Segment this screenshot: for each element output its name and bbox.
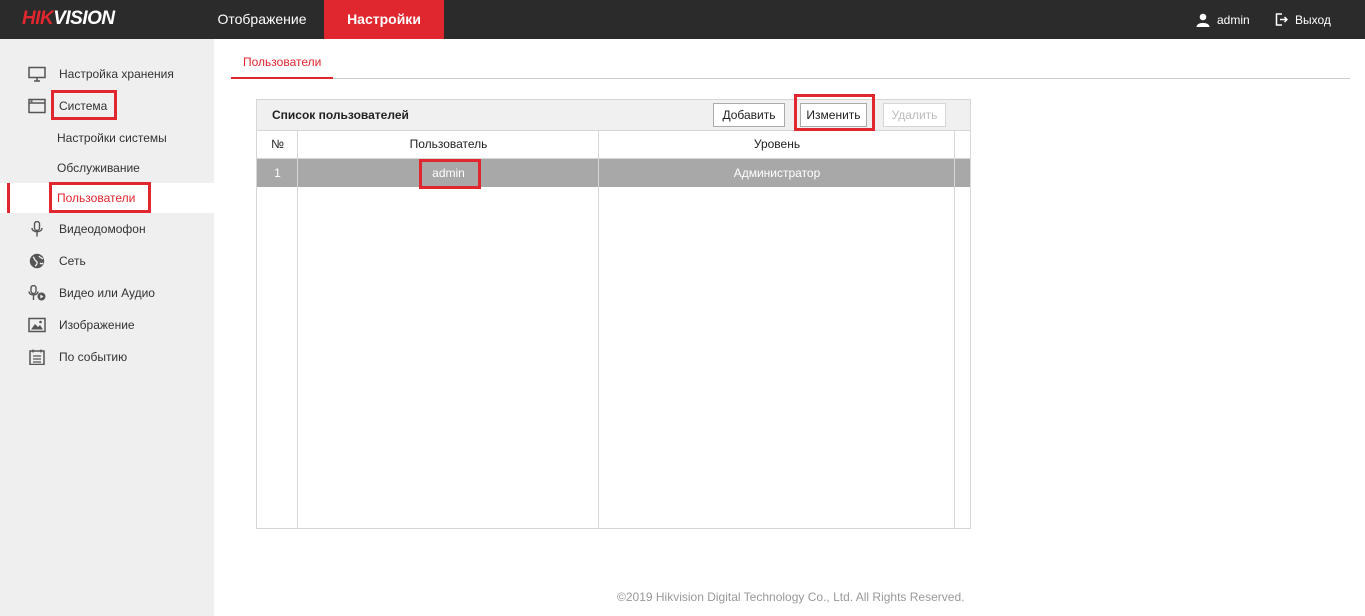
cell-level: Администратор: [733, 166, 821, 180]
column-header-number: №: [271, 137, 284, 151]
nav-tab-display[interactable]: Отображение: [200, 0, 324, 39]
sidebar-item-storage[interactable]: Настройка хранения: [0, 59, 214, 89]
sidebar-item-label: Настройка хранения: [59, 67, 174, 81]
sidebar-item-intercom[interactable]: Видеодомофон: [0, 214, 214, 244]
delete-button[interactable]: Удалить: [883, 103, 946, 127]
monitor-icon: [28, 66, 46, 82]
highlight-system: [51, 90, 117, 120]
sidebar-item-event[interactable]: По событию: [0, 342, 214, 372]
user-list-panel: Список пользователей Добавить Изменить У…: [256, 99, 971, 529]
user-icon: [1196, 13, 1210, 27]
sidebar-subitem-maintenance[interactable]: Обслуживание: [0, 153, 214, 183]
column-divider: [598, 130, 599, 528]
column-header-user: Пользователь: [409, 137, 488, 151]
highlight-users: [49, 182, 151, 213]
highlight-admin-user: [419, 159, 481, 189]
column-divider: [954, 130, 955, 528]
sidebar-item-image[interactable]: Изображение: [0, 310, 214, 340]
column-header-level: Уровень: [753, 137, 801, 151]
sidebar-subitem-label: Настройки системы: [57, 131, 167, 145]
sub-tab-bar: Пользователи: [231, 39, 1350, 79]
user-menu[interactable]: admin: [1196, 0, 1250, 39]
panel-title: Список пользователей: [272, 108, 409, 122]
highlight-edit-button: [794, 94, 875, 131]
nav-tab-settings[interactable]: Настройки: [324, 0, 444, 39]
calendar-icon: [29, 349, 45, 365]
table-header: № Пользователь Уровень: [257, 130, 970, 159]
mic-play-icon: [28, 285, 46, 301]
hikvision-logo: HIKVISION: [22, 8, 115, 29]
add-button[interactable]: Добавить: [713, 103, 785, 127]
sidebar-item-label: Видеодомофон: [59, 222, 146, 236]
copyright-footer: ©2019 Hikvision Digital Technology Co., …: [617, 590, 965, 604]
top-bar: HIKVISION Отображение Настройки admin Вы…: [0, 0, 1365, 39]
logout-icon: [1275, 13, 1288, 26]
sidebar-item-label: Видео или Аудио: [59, 286, 155, 300]
logout-label: Выход: [1295, 12, 1331, 27]
sidebar-item-label: Сеть: [59, 254, 86, 268]
sidebar-item-network[interactable]: Сеть: [0, 246, 214, 276]
sidebar-subitem-label: Обслуживание: [57, 161, 140, 175]
tab-users[interactable]: Пользователи: [231, 55, 334, 79]
window-icon: [28, 98, 46, 114]
sidebar-item-label: По событию: [59, 350, 128, 364]
cell-number: 1: [274, 166, 281, 180]
logout-button[interactable]: Выход: [1275, 0, 1331, 39]
sidebar-item-video-audio[interactable]: Видео или Аудио: [0, 278, 214, 308]
globe-icon: [29, 253, 45, 269]
sidebar-item-label: Изображение: [59, 318, 135, 332]
table-row[interactable]: 1 admin Администратор: [257, 159, 970, 187]
sidebar: Настройка хранения Система Настройки сис…: [0, 39, 214, 616]
sidebar-subitem-system-settings[interactable]: Настройки системы: [0, 123, 214, 153]
microphone-icon: [31, 221, 43, 237]
column-divider: [297, 130, 298, 528]
image-icon: [28, 317, 46, 333]
user-name: admin: [1217, 12, 1250, 27]
